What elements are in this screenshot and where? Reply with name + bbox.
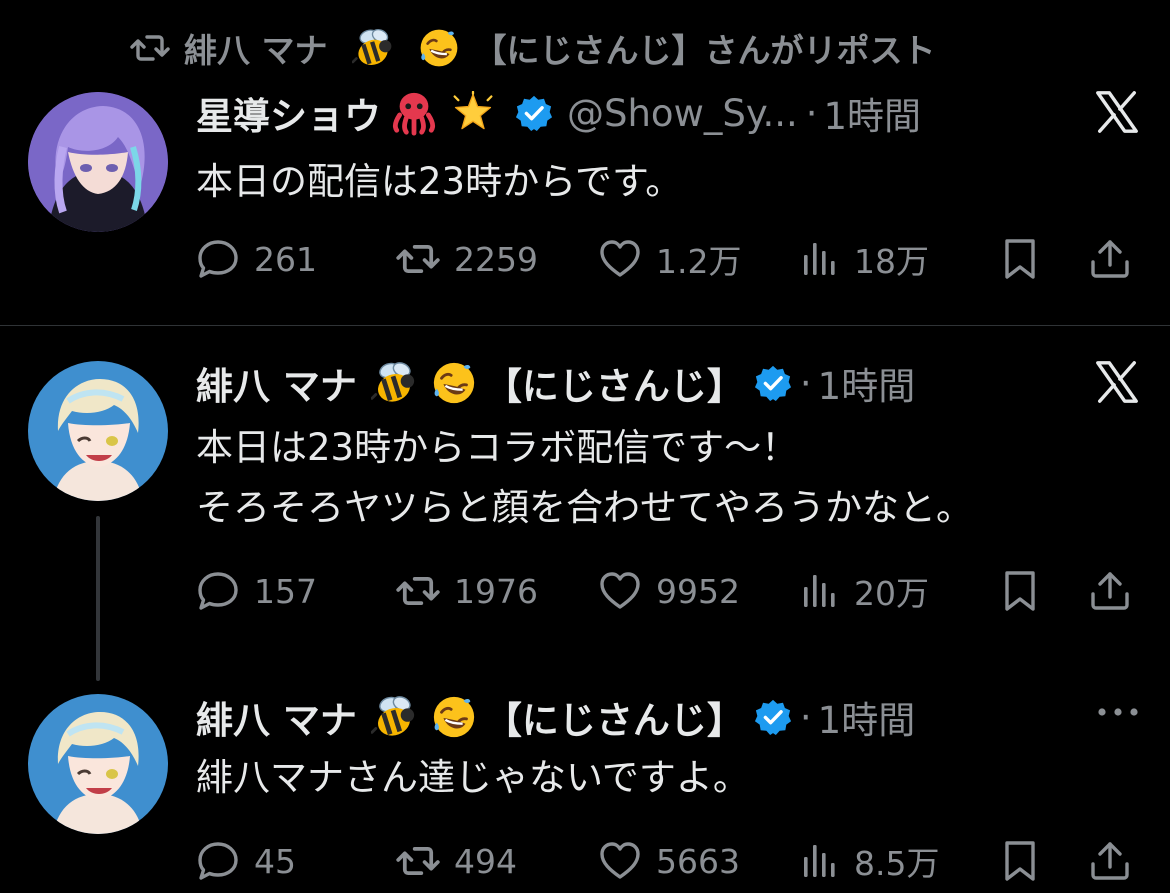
action-bar: 157 1976 9952 20万: [196, 566, 1140, 616]
separator-dot: ·: [799, 695, 812, 739]
like-icon: [598, 569, 642, 613]
repost-icon: [396, 569, 440, 613]
reply-icon: [196, 839, 240, 883]
like-button[interactable]: 1.2万: [598, 234, 741, 284]
reply-icon: [196, 237, 240, 281]
post-header: 星導ショウ @Show_Sy... · 1時間: [196, 86, 921, 140]
share-icon: [1088, 839, 1132, 883]
reply-button[interactable]: 261: [196, 234, 317, 284]
glowing-star-emoji: [451, 91, 495, 135]
post-3[interactable]: 緋八 マナ 【にじさんじ】 · 1時間 緋八マナさん達じゃないですよ。 45 4…: [0, 682, 1170, 893]
repost-button[interactable]: 2259: [396, 234, 538, 284]
octopus-emoji: [391, 90, 437, 136]
views-count: 18万: [854, 242, 929, 281]
action-bar: 261 2259 1.2万 18万: [196, 234, 1140, 284]
post-text: 本日の配信は23時からです。: [196, 152, 682, 212]
affiliation-tag: 【にじさんじ】: [484, 365, 744, 408]
post-2[interactable]: 緋八 マナ 【にじさんじ】 · 1時間 本日は23時からコラボ配信です～！ そろ…: [0, 326, 1170, 681]
repost-count: 494: [454, 841, 517, 881]
post-text: 本日は23時からコラボ配信です～！ そろそろヤツらと顔を合わせてやろうかなと。: [196, 418, 973, 538]
views-button[interactable]: 18万: [800, 234, 929, 284]
bookmark-button[interactable]: [1000, 566, 1040, 616]
x-logo-icon[interactable]: [1094, 359, 1140, 405]
post-text-line: 緋八マナさん達じゃないですよ。: [196, 756, 750, 799]
verified-badge-icon: [515, 94, 553, 132]
post-text-line: 本日の配信は23時からです。: [196, 160, 683, 203]
post-1[interactable]: 星導ショウ @Show_Sy... · 1時間 本日の配信は23時からです。 2…: [0, 0, 1170, 325]
repost-button[interactable]: 494: [396, 836, 517, 886]
reply-button[interactable]: 45: [196, 836, 296, 886]
repost-count: 2259: [454, 239, 538, 279]
repost-icon: [396, 237, 440, 281]
share-button[interactable]: [1088, 566, 1132, 616]
like-button[interactable]: 9952: [598, 566, 740, 616]
views-icon: [800, 841, 840, 881]
share-button[interactable]: [1088, 836, 1132, 886]
reply-icon: [196, 569, 240, 613]
author-name[interactable]: 星導ショウ: [196, 86, 381, 140]
bookmark-button[interactable]: [1000, 234, 1040, 284]
separator-dot: ·: [799, 361, 812, 405]
bookmark-icon: [1000, 237, 1040, 281]
views-icon: [800, 571, 840, 611]
avatar[interactable]: [28, 694, 168, 834]
like-count: 5663: [656, 841, 740, 881]
author-name[interactable]: 緋八 マナ: [196, 690, 357, 744]
like-count: 9952: [656, 571, 740, 611]
views-count: 8.5万: [854, 844, 940, 883]
post-time[interactable]: 1時間: [818, 690, 916, 744]
share-icon: [1088, 569, 1132, 613]
post-header: 緋八 マナ 【にじさんじ】 · 1時間: [196, 690, 915, 744]
verified-badge-icon: [754, 698, 792, 736]
bookmark-button[interactable]: [1000, 836, 1040, 886]
post-text-line: 本日は23時からコラボ配信です～！: [196, 426, 799, 469]
verified-badge-icon: [754, 364, 792, 402]
reply-count: 261: [254, 239, 317, 279]
separator-dot: ·: [805, 91, 818, 135]
reply-count: 157: [254, 571, 317, 611]
action-bar: 45 494 5663 8.5万: [196, 836, 1140, 886]
post-time[interactable]: 1時間: [824, 86, 922, 140]
affiliation-tag: 【にじさんじ】: [484, 699, 744, 742]
bookmark-icon: [1000, 839, 1040, 883]
author-handle[interactable]: @Show_Sy...: [567, 92, 798, 135]
post-header: 緋八 マナ 【にじさんじ】 · 1時間: [196, 356, 915, 410]
like-icon: [598, 237, 642, 281]
more-options-icon[interactable]: [1096, 706, 1140, 718]
like-button[interactable]: 5663: [598, 836, 740, 886]
bee-emoji: [371, 694, 417, 740]
reply-button[interactable]: 157: [196, 566, 317, 616]
x-logo-icon[interactable]: [1094, 89, 1140, 135]
like-icon: [598, 839, 642, 883]
post-text: 緋八マナさん達じゃないですよ。: [196, 748, 750, 808]
bookmark-icon: [1000, 569, 1040, 613]
share-icon: [1088, 237, 1132, 281]
bee-emoji: [371, 360, 417, 406]
repost-button[interactable]: 1976: [396, 566, 538, 616]
repost-count: 1976: [454, 571, 538, 611]
thread-connector: [96, 516, 100, 681]
repost-icon: [396, 839, 440, 883]
rofl-emoji: [431, 360, 477, 406]
post-text-line: そろそろヤツらと顔を合わせてやろうかなと。: [196, 486, 973, 529]
post-time[interactable]: 1時間: [818, 356, 916, 410]
views-button[interactable]: 8.5万: [800, 836, 939, 886]
rofl-emoji: [431, 694, 477, 740]
like-count: 1.2万: [656, 242, 742, 281]
views-button[interactable]: 20万: [800, 566, 929, 616]
avatar[interactable]: [28, 361, 168, 501]
views-count: 20万: [854, 574, 929, 613]
avatar[interactable]: [28, 92, 168, 232]
views-icon: [800, 239, 840, 279]
reply-count: 45: [254, 841, 296, 881]
author-name[interactable]: 緋八 マナ: [196, 356, 357, 410]
share-button[interactable]: [1088, 234, 1132, 284]
